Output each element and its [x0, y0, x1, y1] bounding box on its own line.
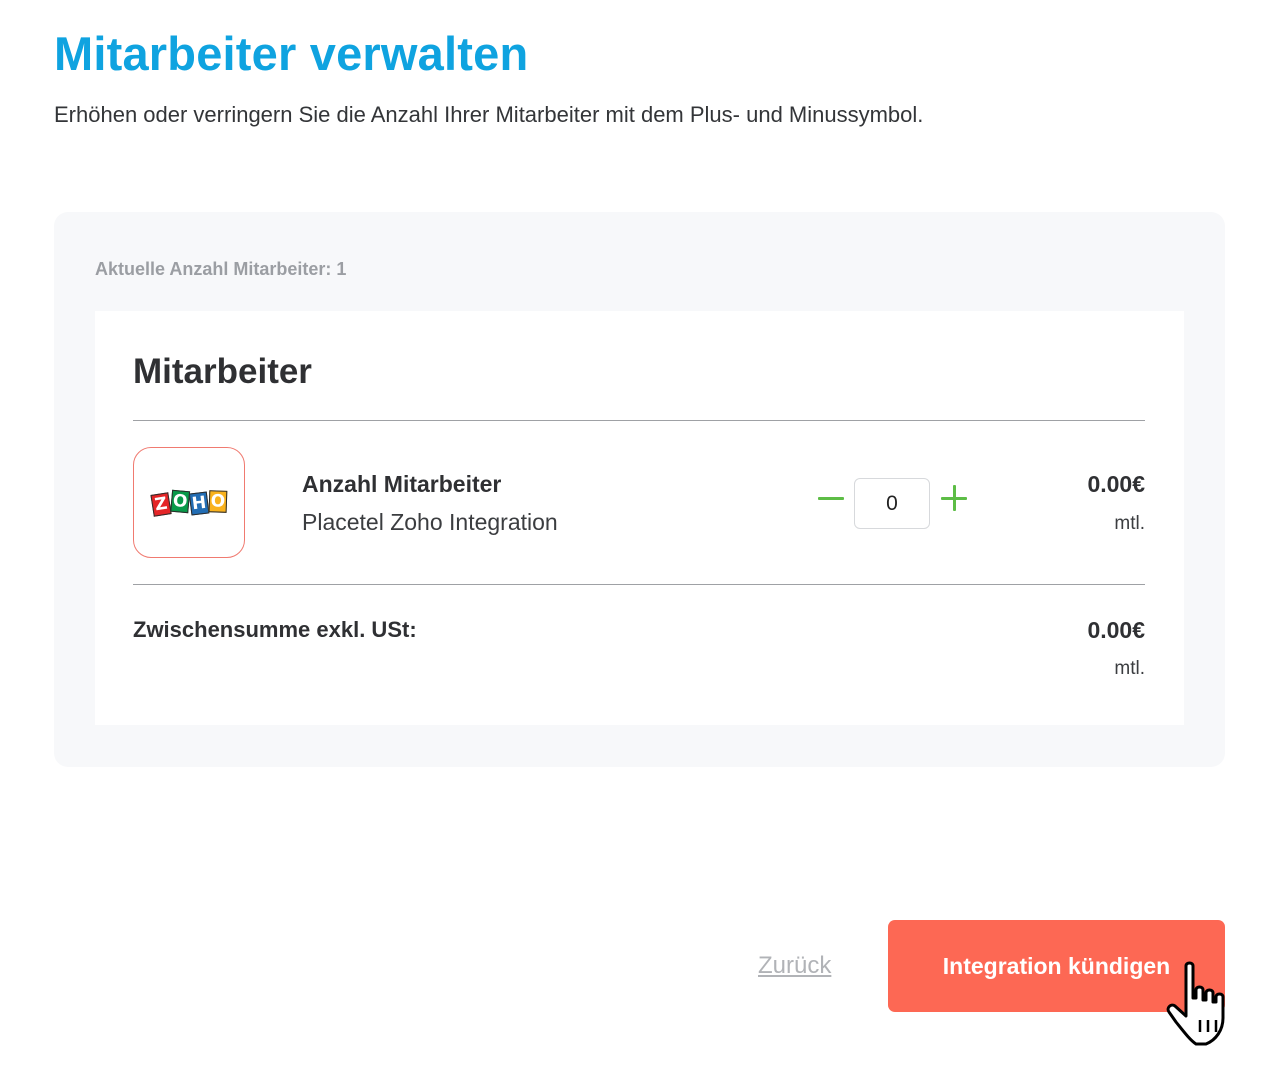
- zoho-logo-letter: O: [169, 489, 190, 513]
- plus-icon[interactable]: [939, 483, 969, 513]
- current-count-label: Aktuelle Anzahl Mitarbeiter: 1: [95, 259, 347, 279]
- zoho-logo: Z O H O: [133, 447, 245, 558]
- subtotal-price: 0.00€: [1087, 617, 1145, 643]
- employee-card: Aktuelle Anzahl Mitarbeiter: 1 Mitarbeit…: [54, 212, 1225, 767]
- quantity-input[interactable]: [854, 478, 930, 529]
- item-period: mtl.: [1114, 513, 1145, 534]
- hand-pointer-icon: [1166, 961, 1225, 1046]
- zoho-logo-letter: Z: [149, 491, 172, 517]
- page-subtitle: Erhöhen oder verringern Sie die Anzahl I…: [54, 102, 924, 127]
- page: Mitarbeiter verwalten Erhöhen oder verri…: [0, 0, 1282, 1072]
- zoho-logo-letters: Z O H O: [149, 489, 227, 517]
- divider-top: [133, 420, 1145, 421]
- minus-icon[interactable]: [816, 483, 846, 513]
- page-title: Mitarbeiter verwalten: [54, 27, 529, 80]
- subtotal-period: mtl.: [1114, 658, 1145, 679]
- zoho-logo-letter: H: [188, 490, 209, 516]
- section-title: Mitarbeiter: [133, 352, 312, 391]
- item-description: Placetel Zoho Integration: [302, 509, 558, 535]
- employee-panel: Mitarbeiter Z O H O Anzahl Mitarbeiter P…: [95, 311, 1184, 725]
- item-name: Anzahl Mitarbeiter: [302, 471, 502, 497]
- item-price: 0.00€: [1087, 471, 1145, 497]
- divider-bottom: [133, 584, 1145, 585]
- zoho-logo-letter: O: [208, 489, 227, 513]
- back-link[interactable]: Zurück: [758, 952, 831, 980]
- subtotal-label: Zwischensumme exkl. USt:: [133, 617, 417, 642]
